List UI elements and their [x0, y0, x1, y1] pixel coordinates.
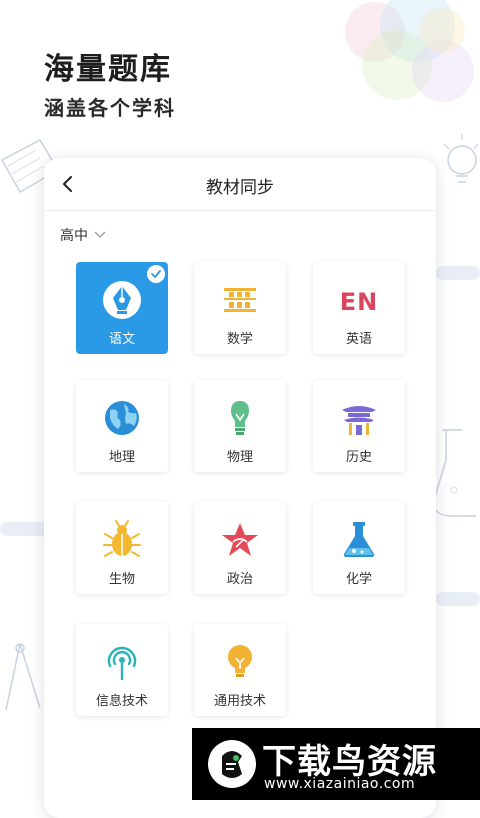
nav-bar: 教材同步 [44, 158, 436, 211]
promo-headline: 海量题库 [44, 52, 172, 87]
subject-tile-history[interactable]: 历史 [313, 380, 405, 472]
en-text-icon: EN [339, 288, 379, 316]
lightbulb-icon [228, 645, 252, 677]
subject-label: 通用技术 [213, 694, 266, 709]
subject-tile-it[interactable]: 信息技术 [76, 624, 168, 716]
subject-tile-math[interactable]: 数学 [194, 262, 286, 354]
chevron-down-icon [94, 231, 106, 238]
compass-sketch-icon [5, 643, 41, 711]
selected-check-icon [147, 265, 165, 283]
subject-label: 数学 [226, 332, 253, 347]
fountain-pen-icon [103, 281, 141, 319]
subject-tile-english[interactable]: EN 英语 [313, 262, 405, 354]
subject-label: 历史 [345, 450, 372, 465]
subject-tile-geography[interactable]: 地理 [76, 380, 168, 472]
flask-icon [343, 522, 375, 557]
decor-stripe [436, 266, 480, 280]
watermark-url: www.xiazainiao.com [264, 776, 416, 792]
bird-logo-icon [208, 740, 256, 788]
subject-tile-chemistry[interactable]: 化学 [313, 502, 405, 594]
subject-tile-politics[interactable]: 政治 [194, 502, 286, 594]
subject-tile-physics[interactable]: 物理 [194, 380, 286, 472]
watermark-banner: 下载鸟资源 www.xiazainiao.com [192, 728, 480, 800]
subject-label: 政治 [226, 572, 253, 587]
star-icon [222, 523, 258, 556]
page-title: 教材同步 [206, 178, 274, 198]
subject-label: 英语 [345, 332, 372, 347]
subject-label: 物理 [226, 450, 253, 465]
subject-label: 语文 [108, 332, 135, 347]
subject-label: 化学 [345, 572, 372, 587]
subject-label: 信息技术 [95, 694, 148, 709]
beetle-icon [103, 520, 141, 557]
abacus-icon [224, 288, 256, 312]
bulb-sketch-icon [443, 134, 479, 183]
decor-stripe [436, 592, 480, 606]
pavilion-icon [342, 406, 376, 435]
grade-selector-label: 高中 [60, 228, 88, 244]
subject-tile-general-tech[interactable]: 通用技术 [194, 624, 286, 716]
bulb-icon [231, 401, 249, 435]
grade-selector[interactable]: 高中 [60, 225, 106, 245]
subject-tile-biology[interactable]: 生物 [76, 502, 168, 594]
globe-icon [105, 401, 139, 435]
flask-sketch-icon [433, 429, 476, 517]
promo-subline: 涵盖各个学科 [44, 96, 176, 120]
phone-screen: 教材同步 高中 语文 数学 EN 英语 地理 物理 历史 生物 政治 化学 信息… [44, 158, 436, 818]
subject-label: 生物 [108, 572, 135, 587]
subject-label: 地理 [108, 450, 135, 465]
subject-tile-chinese[interactable]: 语文 [76, 262, 168, 354]
antenna-icon [107, 646, 137, 680]
decor-bubble [420, 8, 465, 53]
